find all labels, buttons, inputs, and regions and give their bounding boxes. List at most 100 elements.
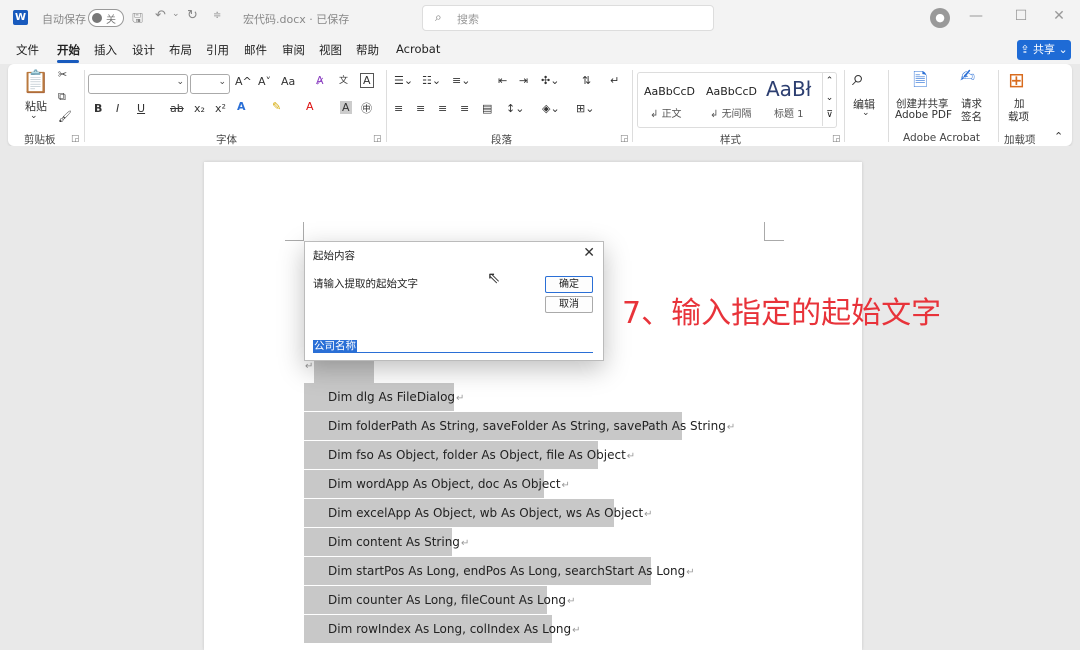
code-line[interactable]: Dim fso As Object, folder As Object, fil… (304, 441, 635, 469)
customize-toolbar-icon[interactable]: ≑ (213, 10, 221, 21)
cut-icon[interactable]: ✂ (58, 68, 67, 81)
font-size-dropdown[interactable]: ⌄ (190, 74, 230, 94)
maximize-icon[interactable]: ☐ (1011, 8, 1031, 24)
addins-label-2[interactable]: 载项 (1008, 109, 1029, 124)
share-button[interactable]: ⇪ 共享 ⌄ (1017, 40, 1071, 60)
style-name-heading1[interactable]: 标题 1 (774, 105, 804, 120)
code-line[interactable]: Dim folderPath As String, saveFolder As … (304, 412, 735, 440)
line-spacing-icon[interactable]: ↕⌄ (506, 102, 524, 115)
decrease-indent-icon[interactable]: ⇤ (498, 74, 507, 87)
tab-home[interactable]: 开始 (57, 42, 80, 58)
request-signature-icon[interactable]: ✍ (960, 66, 975, 87)
bullets-icon[interactable]: ☰⌄ (394, 74, 413, 87)
tab-references[interactable]: 引用 (206, 42, 229, 58)
format-painter-icon[interactable]: 🖌 (58, 110, 72, 123)
document-filename[interactable]: 宏代码.docx · 已保存 (243, 11, 349, 27)
numbering-icon[interactable]: ☷⌄ (422, 74, 441, 87)
code-line-text: Dim counter As Long, fileCount As Long (328, 593, 567, 607)
tab-file[interactable]: 文件 (16, 42, 39, 58)
cancel-button[interactable]: 取消 (545, 296, 593, 313)
editing-dropdown-icon[interactable]: ⌄ (862, 108, 870, 118)
code-line[interactable]: Dim wordApp As Object, doc As Object↵ (304, 470, 570, 498)
change-case-button[interactable]: Aa (281, 75, 295, 88)
redo-icon[interactable]: ↻ (187, 8, 198, 23)
justify-icon[interactable]: ≡ (460, 102, 469, 115)
align-center-icon[interactable]: ≡ (416, 102, 425, 115)
bold-button[interactable]: B (94, 102, 102, 115)
style-preview-heading1[interactable]: AaBł (766, 77, 811, 101)
underline-button[interactable]: U (137, 102, 145, 115)
grow-font-button[interactable]: A^ (235, 75, 252, 88)
paragraph-launcher-icon[interactable]: ◲ (620, 134, 629, 144)
tab-view[interactable]: 视图 (319, 42, 342, 58)
tab-layout[interactable]: 布局 (169, 42, 192, 58)
style-name-normal[interactable]: ↲ 正文 (650, 105, 682, 120)
copy-icon[interactable]: ⧉ (58, 90, 66, 104)
paste-dropdown-icon[interactable]: ⌄ (30, 111, 38, 121)
save-icon[interactable]: 🖫 (132, 9, 143, 31)
highlight-color-icon[interactable]: ✎ (272, 100, 281, 113)
collapse-ribbon-icon[interactable]: ⌃ (1054, 130, 1063, 143)
style-preview-normal[interactable]: AaBbCcD (644, 85, 695, 98)
code-line[interactable]: Dim dlg As FileDialog↵ (304, 383, 464, 411)
strikethrough-button[interactable]: ab (170, 102, 184, 115)
font-color-icon[interactable]: A (306, 100, 314, 113)
tab-help[interactable]: 帮助 (356, 42, 379, 58)
undo-icon[interactable]: ↶ (155, 8, 166, 23)
sort-icon[interactable]: ⇅ (582, 74, 591, 87)
shrink-font-button[interactable]: A˅ (258, 75, 271, 88)
tab-design[interactable]: 设计 (132, 42, 155, 58)
minimize-icon[interactable]: — (966, 8, 986, 24)
code-line[interactable]: Dim counter As Long, fileCount As Long↵ (304, 586, 575, 614)
create-pdf-icon[interactable]: 🗎 (913, 68, 927, 98)
font-launcher-icon[interactable]: ◲ (373, 134, 382, 144)
tab-mailings[interactable]: 邮件 (244, 42, 267, 58)
multilevel-list-icon[interactable]: ≡⌄ (452, 74, 470, 87)
code-line[interactable]: Dim startPos As Long, endPos As Long, se… (304, 557, 695, 585)
font-family-dropdown[interactable]: ⌄ (88, 74, 188, 94)
enclose-characters-icon[interactable]: ㊥ (361, 100, 372, 116)
tab-review[interactable]: 审阅 (282, 42, 305, 58)
style-preview-nospacing[interactable]: AaBbCcD (706, 85, 757, 98)
align-left-icon[interactable]: ≡ (394, 102, 403, 115)
style-name-nospacing[interactable]: ↲ 无间隔 (710, 105, 752, 120)
clipboard-launcher-icon[interactable]: ◲ (71, 134, 80, 144)
request-signature-label-2[interactable]: 签名 (961, 109, 982, 124)
close-window-icon[interactable]: ✕ (1049, 8, 1069, 24)
autosave-toggle[interactable]: 关 (88, 9, 124, 27)
code-line[interactable]: Dim excelApp As Object, wb As Object, ws… (304, 499, 653, 527)
phonetic-guide-icon[interactable]: 文 (339, 73, 348, 86)
show-marks-icon[interactable]: ↵ (610, 74, 619, 87)
character-border-icon[interactable]: A (360, 73, 374, 88)
increase-indent-icon[interactable]: ⇥ (519, 74, 528, 87)
shading-icon[interactable]: ◈⌄ (542, 102, 560, 115)
styles-launcher-icon[interactable]: ◲ (832, 134, 841, 144)
paste-icon[interactable]: 📋 (22, 70, 49, 95)
close-icon[interactable]: ✕ (583, 245, 595, 261)
create-pdf-label-2[interactable]: Adobe PDF (895, 109, 952, 121)
group-separator (386, 70, 387, 142)
styles-scroll[interactable]: ⌃ ⌄ ⊽ (822, 73, 836, 126)
align-right-icon[interactable]: ≡ (438, 102, 447, 115)
character-shading-icon[interactable]: A (340, 101, 352, 114)
ok-button[interactable]: 确定 (545, 276, 593, 293)
italic-button[interactable]: I (116, 102, 119, 115)
undo-dropdown-icon[interactable]: ⌄ (172, 9, 180, 19)
subscript-button[interactable]: x₂ (194, 102, 205, 115)
code-line[interactable]: Dim content As String↵ (304, 528, 469, 556)
tab-insert[interactable]: 插入 (94, 42, 117, 58)
editing-search-icon[interactable]: ⌕ (852, 66, 864, 91)
chinese-layout-icon[interactable]: ✣⌄ (541, 74, 559, 87)
text-effects-icon[interactable]: A (237, 100, 246, 113)
paragraph-mark: ↵ (726, 422, 736, 433)
superscript-button[interactable]: x² (215, 102, 226, 115)
code-line[interactable]: Dim rowIndex As Long, colIndex As Long↵ (304, 615, 581, 643)
addins-icon[interactable]: ⊞ (1008, 68, 1025, 92)
distributed-icon[interactable]: ▤ (482, 102, 492, 115)
account-avatar-icon[interactable]: ● (930, 8, 950, 28)
start-text-input[interactable]: 公司名称 (313, 338, 593, 353)
tab-acrobat[interactable]: Acrobat (396, 42, 440, 56)
clear-formatting-icon[interactable]: A̷ (316, 74, 324, 87)
borders-icon[interactable]: ⊞⌄ (576, 102, 594, 115)
search-box[interactable]: ⌕ 搜索 (422, 5, 714, 31)
